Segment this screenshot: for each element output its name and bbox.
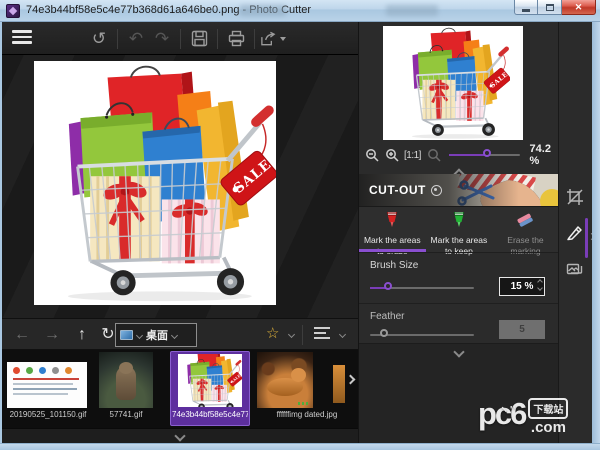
tab-erase-marking[interactable]: Erase the marking bbox=[492, 207, 559, 252]
watermark-suffix: .com bbox=[531, 419, 566, 436]
title-bar: 74e3b44bf58e5c4e77b368d61a646be0.png - P… bbox=[0, 0, 600, 22]
spinner-icons[interactable] bbox=[538, 280, 542, 290]
menu-icon[interactable] bbox=[12, 30, 32, 46]
favorites-star-icon[interactable]: ☆ bbox=[266, 324, 279, 342]
scroll-right-icon[interactable] bbox=[346, 375, 356, 385]
cutout-tool-tabs: Mark the areas to erase Mark the areas t… bbox=[359, 206, 559, 252]
export-icon[interactable] bbox=[260, 27, 286, 51]
location-dropdown[interactable]: 桌面 bbox=[115, 323, 197, 347]
zoom-controls: [1:1] 74.2 % bbox=[359, 142, 559, 168]
minimize-button[interactable] bbox=[514, 0, 538, 15]
preview-thumbnail bbox=[383, 26, 523, 140]
file-thumbnail[interactable] bbox=[257, 352, 313, 408]
brush-size-value[interactable]: 15 % bbox=[499, 277, 545, 296]
file-name: 20190525_101150.gif bbox=[8, 410, 88, 419]
editor-canvas[interactable] bbox=[2, 55, 358, 318]
file-name: ffffffimg dated.jpg bbox=[264, 410, 350, 419]
feather-value: 5 bbox=[499, 320, 545, 339]
zoom-value: 74.2 % bbox=[530, 143, 559, 167]
cutout-pen-icon[interactable] bbox=[566, 223, 586, 243]
up-icon[interactable]: ↑ bbox=[70, 324, 94, 346]
file-thumbnail-selected[interactable] bbox=[178, 354, 242, 407]
forward-icon[interactable]: → bbox=[40, 324, 64, 346]
brush-size-knob[interactable] bbox=[384, 282, 392, 290]
maximize-button[interactable] bbox=[538, 0, 562, 15]
feather-slider[interactable] bbox=[370, 334, 474, 336]
chevron-down-icon bbox=[174, 430, 185, 441]
active-tool-indicator bbox=[585, 218, 588, 258]
window-border-right bbox=[592, 22, 600, 443]
watermark-badge: 下载站 bbox=[528, 398, 568, 419]
computer-icon bbox=[120, 330, 133, 340]
app-content: ↺ ↶ ↷ bbox=[2, 22, 592, 443]
eraser-icon bbox=[515, 211, 535, 228]
location-label: 桌面 bbox=[146, 327, 168, 343]
close-button[interactable]: ✕ bbox=[562, 0, 596, 15]
blurred-watermark bbox=[240, 5, 286, 16]
undo-icon[interactable]: ↶ bbox=[123, 27, 149, 51]
images-icon[interactable] bbox=[566, 260, 586, 280]
red-marker-icon bbox=[383, 211, 401, 228]
cutout-banner: CUT-OUT bbox=[359, 174, 559, 206]
window-border-left bbox=[0, 22, 2, 443]
right-panel: [1:1] 74.2 % bbox=[358, 22, 558, 443]
crop-icon[interactable] bbox=[566, 188, 586, 208]
fit-zoom-icon[interactable] bbox=[427, 148, 441, 162]
file-thumbnail-partial[interactable] bbox=[333, 365, 345, 403]
brush-size-slider[interactable] bbox=[370, 287, 474, 289]
blurred-watermark bbox=[386, 5, 438, 16]
view-options-icon[interactable] bbox=[314, 327, 331, 342]
view-options-caret-icon[interactable] bbox=[339, 331, 346, 338]
file-thumbnail[interactable] bbox=[7, 362, 87, 408]
chevron-down-icon[interactable] bbox=[453, 346, 464, 357]
rays-decoration: ヽ'' bbox=[499, 393, 517, 429]
tab-mark-erase[interactable]: Mark the areas to erase bbox=[359, 207, 426, 252]
file-name: 74e3b44bf58e5c4e77b36... bbox=[172, 410, 248, 419]
zoom-in-icon[interactable] bbox=[385, 148, 399, 162]
brush-size-section: Brush Size 15 % bbox=[359, 252, 559, 303]
photo-cutter-window: 74e3b44bf58e5c4e77b368d61a646be0.png - P… bbox=[0, 0, 600, 450]
back-icon[interactable]: ← bbox=[10, 324, 34, 346]
zoom-slider-knob[interactable] bbox=[483, 149, 491, 157]
redo-icon[interactable]: ↷ bbox=[149, 27, 175, 51]
pc6-watermark: ヽ'' pc6 下载站 .com bbox=[478, 396, 598, 438]
app-icon bbox=[6, 4, 20, 18]
tab-mark-keep[interactable]: Mark the areas to keep bbox=[426, 207, 493, 252]
side-toolbar bbox=[558, 22, 592, 443]
green-marker-icon bbox=[450, 211, 468, 228]
shopping-cart-image bbox=[34, 61, 276, 305]
brush-size-label: Brush Size bbox=[370, 260, 559, 271]
print-icon[interactable] bbox=[223, 27, 249, 51]
main-toolbar: ↺ ↶ ↷ bbox=[2, 22, 358, 55]
favorites-caret-icon[interactable] bbox=[288, 331, 295, 338]
cutout-title: CUT-OUT bbox=[369, 183, 426, 197]
zoom-out-icon[interactable] bbox=[365, 148, 379, 162]
actual-size-button[interactable]: [1:1] bbox=[404, 150, 421, 161]
file-browser-toolbar: ← → ↑ ↻ 桌面 ☆ bbox=[2, 318, 358, 350]
file-name: 57741.gif bbox=[99, 410, 153, 419]
rotate-left-icon[interactable]: ↺ bbox=[86, 27, 112, 51]
edited-image[interactable] bbox=[34, 61, 276, 305]
file-thumbnail-strip: 20190525_101150.gif 57741.gif 74e3b44bf5… bbox=[2, 350, 358, 428]
zoom-slider[interactable] bbox=[449, 154, 520, 156]
feather-section: Feather 5 bbox=[359, 303, 559, 343]
feather-knob[interactable] bbox=[380, 329, 388, 337]
collapse-browser-bar[interactable] bbox=[2, 428, 358, 443]
window-border-bottom bbox=[0, 443, 600, 450]
eye-icon bbox=[431, 185, 442, 196]
save-icon[interactable] bbox=[186, 27, 212, 51]
file-thumbnail[interactable] bbox=[99, 352, 153, 408]
